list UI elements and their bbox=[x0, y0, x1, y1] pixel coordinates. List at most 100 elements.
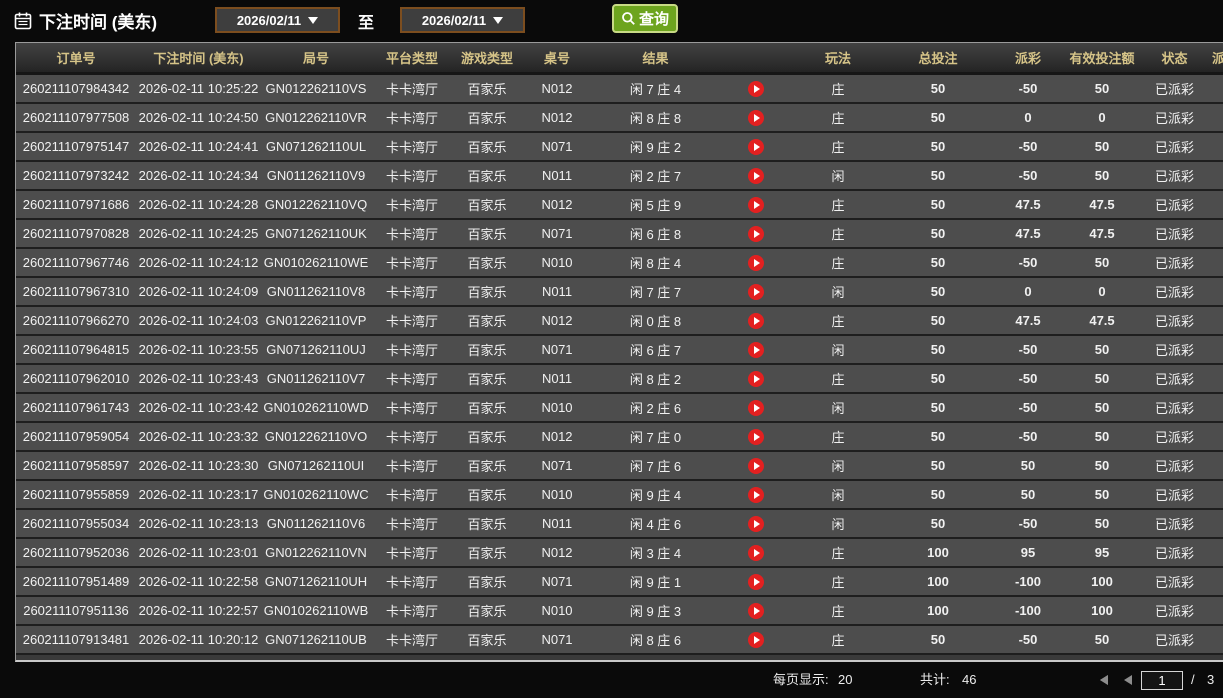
play-icon[interactable] bbox=[748, 81, 764, 97]
cell-total-bet: 50 bbox=[883, 277, 993, 306]
cell-clipped bbox=[1208, 74, 1223, 104]
table-row: 2602111079648152026-02-11 10:23:55GN0712… bbox=[16, 335, 1223, 364]
cell-valid-bet: 50 bbox=[1063, 364, 1141, 393]
cell-valid-bet: 50 bbox=[1063, 480, 1141, 509]
table-row: 2602111079677462026-02-11 10:24:12GN0102… bbox=[16, 248, 1223, 277]
cell-table-no: N011 bbox=[521, 277, 593, 306]
play-icon[interactable] bbox=[748, 603, 764, 619]
cell-valid-bet: 50 bbox=[1063, 422, 1141, 451]
query-button[interactable]: 查询 bbox=[612, 4, 678, 33]
play-icon[interactable] bbox=[748, 429, 764, 445]
cell-table-no: N012 bbox=[521, 538, 593, 567]
play-icon[interactable] bbox=[748, 255, 764, 271]
date-to-select[interactable]: 2026/02/11 bbox=[400, 7, 525, 33]
cell-platform: 卡卡湾厅 bbox=[371, 538, 453, 567]
cell-status: 已派彩 bbox=[1141, 190, 1208, 219]
cell-bet-time: 2026-02-11 10:23:32 bbox=[136, 422, 261, 451]
cell-round-no: GN012262110VS bbox=[261, 74, 371, 104]
play-icon[interactable] bbox=[748, 632, 764, 648]
cell-round-no: GN010262110WE bbox=[261, 248, 371, 277]
search-icon bbox=[621, 11, 636, 26]
date-from-select[interactable]: 2026/02/11 bbox=[215, 7, 340, 33]
cell-game-type: 百家乐 bbox=[453, 190, 521, 219]
column-header bbox=[718, 43, 793, 74]
cell-total-bet: 50 bbox=[883, 248, 993, 277]
play-icon[interactable] bbox=[748, 226, 764, 242]
cell-result: 闲 7 庄 0 bbox=[593, 422, 718, 451]
page-input[interactable]: 1 bbox=[1141, 671, 1183, 690]
play-icon[interactable] bbox=[748, 284, 764, 300]
cell-platform: 卡卡湾厅 bbox=[371, 74, 453, 104]
cell-game-type: 百家乐 bbox=[453, 219, 521, 248]
play-icon[interactable] bbox=[748, 313, 764, 329]
query-button-label: 查询 bbox=[639, 8, 669, 29]
cell-order-no: 260211107961743 bbox=[16, 393, 136, 422]
cell-result: 闲 8 庄 8 bbox=[593, 103, 718, 132]
play-icon[interactable] bbox=[748, 197, 764, 213]
cell-video bbox=[718, 364, 793, 393]
date-from-value: 2026/02/11 bbox=[237, 13, 301, 28]
calendar-icon bbox=[13, 11, 33, 31]
table-row: 2602111079843422026-02-11 10:25:22GN0122… bbox=[16, 74, 1223, 104]
cell-valid-bet: 50 bbox=[1063, 451, 1141, 480]
cell-status: 已派彩 bbox=[1141, 364, 1208, 393]
play-icon[interactable] bbox=[748, 342, 764, 358]
column-header: 下注时间 (美东) bbox=[136, 43, 261, 74]
play-icon[interactable] bbox=[748, 139, 764, 155]
cell-total-bet: 50 bbox=[883, 480, 993, 509]
cell-platform: 卡卡湾厅 bbox=[371, 625, 453, 654]
cell-status: 已派彩 bbox=[1141, 567, 1208, 596]
play-icon[interactable] bbox=[748, 110, 764, 126]
cell-round-no: GN011262110V8 bbox=[261, 277, 371, 306]
cell-round-no: GN012262110VP bbox=[261, 306, 371, 335]
cell-status: 已派彩 bbox=[1141, 480, 1208, 509]
play-icon[interactable] bbox=[748, 400, 764, 416]
cell-clipped bbox=[1208, 161, 1223, 190]
column-header: 总投注 bbox=[883, 43, 993, 74]
cell-status: 已派彩 bbox=[1141, 393, 1208, 422]
cell-game-type: 百家乐 bbox=[453, 277, 521, 306]
page-title-label: 下注时间 (美东) bbox=[39, 8, 157, 33]
table-row: 2602111079716862026-02-11 10:24:28GN0122… bbox=[16, 190, 1223, 219]
play-icon[interactable] bbox=[748, 574, 764, 590]
cell-table-no: N011 bbox=[521, 509, 593, 538]
cell-game-type: 百家乐 bbox=[453, 335, 521, 364]
play-icon[interactable] bbox=[748, 516, 764, 532]
cell-game-type: 百家乐 bbox=[453, 567, 521, 596]
subtotal-total-bet: 1150 bbox=[883, 654, 993, 662]
cell-bet-time: 2026-02-11 10:24:09 bbox=[136, 277, 261, 306]
cell-clipped bbox=[1208, 567, 1223, 596]
cell-clipped bbox=[1208, 103, 1223, 132]
cell-table-no: N012 bbox=[521, 422, 593, 451]
cell-order-no: 260211107958597 bbox=[16, 451, 136, 480]
cell-platform: 卡卡湾厅 bbox=[371, 596, 453, 625]
play-icon[interactable] bbox=[748, 168, 764, 184]
cell-valid-bet: 50 bbox=[1063, 335, 1141, 364]
cell-total-bet: 50 bbox=[883, 364, 993, 393]
subtotal-row: 小计 1150 -362.5 1037.5 bbox=[16, 654, 1223, 662]
cell-table-no: N012 bbox=[521, 306, 593, 335]
cell-bet-on: 庄 bbox=[793, 219, 883, 248]
cell-result: 闲 0 庄 8 bbox=[593, 306, 718, 335]
play-icon[interactable] bbox=[748, 371, 764, 387]
cell-clipped bbox=[1208, 277, 1223, 306]
cell-bet-on: 闲 bbox=[793, 335, 883, 364]
play-icon[interactable] bbox=[748, 487, 764, 503]
total-count-label: 共计: bbox=[920, 662, 950, 698]
cell-valid-bet: 50 bbox=[1063, 509, 1141, 538]
chevron-down-icon bbox=[493, 17, 503, 24]
cell-result: 闲 5 庄 9 bbox=[593, 190, 718, 219]
cell-bet-on: 闲 bbox=[793, 161, 883, 190]
cell-result: 闲 8 庄 2 bbox=[593, 364, 718, 393]
play-icon[interactable] bbox=[748, 458, 764, 474]
play-icon[interactable] bbox=[748, 545, 764, 561]
cell-result: 闲 8 庄 6 bbox=[593, 625, 718, 654]
cell-platform: 卡卡湾厅 bbox=[371, 393, 453, 422]
cell-result: 闲 9 庄 4 bbox=[593, 480, 718, 509]
cell-status: 已派彩 bbox=[1141, 74, 1208, 104]
column-header: 玩法 bbox=[793, 43, 883, 74]
cell-payout: -50 bbox=[993, 248, 1063, 277]
cell-total-bet: 50 bbox=[883, 393, 993, 422]
triangle-left-icon bbox=[1124, 675, 1132, 685]
cell-round-no: GN012262110VR bbox=[261, 103, 371, 132]
